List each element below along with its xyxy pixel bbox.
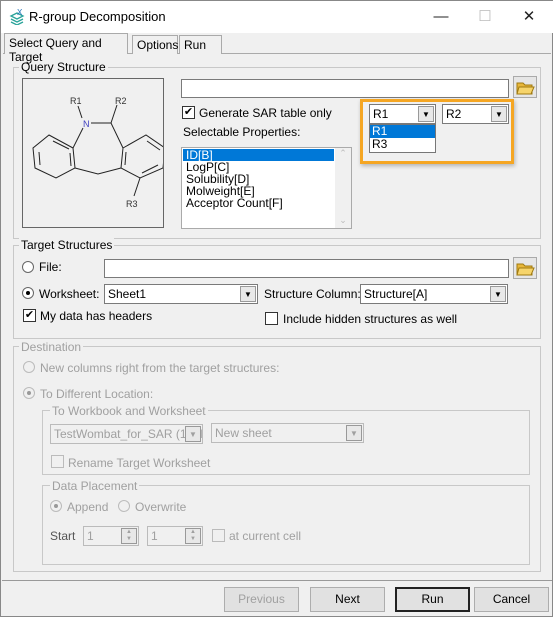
worksheet-radio[interactable] [22,287,34,299]
r1-label: R1 [70,96,82,106]
sheet-combo[interactable]: New sheet ▼ [211,423,364,443]
chevron-down-icon[interactable]: ▼ [490,286,506,302]
workbook-group-label: To Workbook and Worksheet [50,404,208,418]
chevron-down-icon[interactable]: ▼ [185,426,201,442]
svg-text:X: X [17,8,23,17]
tab-select-query[interactable]: Select Query and Target [4,33,128,64]
rename-label: Rename Target Worksheet [68,456,211,470]
next-button[interactable]: Next [310,587,385,612]
rgroup-combo-2-value: R2 [446,107,462,121]
target-file-input[interactable] [104,259,509,278]
new-columns-radio[interactable] [23,361,35,373]
start-row-spinner[interactable]: 1 ▲ ▼ [83,526,139,546]
close-button[interactable]: ✕ [514,7,544,27]
worksheet-label: Worksheet: [39,287,100,301]
file-radio[interactable] [22,261,34,273]
list-item[interactable]: Acceptor Count[F] [183,197,334,209]
hidden-structures-label: Include hidden structures as well [283,312,458,326]
current-cell-label: at current cell [229,529,302,543]
overwrite-label: Overwrite [135,500,187,514]
data-placement-group [42,485,530,565]
headers-checkbox[interactable]: ✔ [23,309,36,322]
atom-n-label: N [83,119,90,129]
molecule-drawing: N R1 R2 R3 [32,96,166,209]
chevron-down-icon[interactable]: ▼ [240,286,256,302]
maximize-button[interactable]: ☐ [470,7,500,27]
rgroup-combo-1-value: R1 [373,107,389,121]
chevron-down-icon[interactable]: ▼ [418,106,434,122]
start-row-value: 1 [87,529,94,543]
folder-open-icon [516,263,535,276]
rename-checkbox[interactable] [51,455,64,468]
start-label: Start [50,529,76,543]
append-label: Append [67,500,109,514]
r2-label: R2 [115,96,127,106]
scroll-up-icon[interactable]: ⌃ [335,148,351,159]
previous-button[interactable]: Previous [224,587,299,612]
start-col-value: 1 [151,529,158,543]
run-button[interactable]: Run [395,587,470,612]
folder-open-icon [516,82,535,95]
workbook-value: TestWombat_for_SAR (1).xl [54,427,203,441]
scroll-down-icon[interactable]: ⌄ [335,215,351,226]
selectable-properties-label: Selectable Properties: [183,125,301,139]
spinner-arrows-icon[interactable]: ▲ ▼ [185,528,201,544]
cancel-button[interactable]: Cancel [474,587,549,612]
generate-sar-label: Generate SAR table only [199,106,332,120]
r3-label: R3 [126,199,138,209]
chevron-down-icon[interactable]: ▼ [491,106,507,122]
destination-label: Destination [19,340,84,354]
structure-column-combo[interactable]: Structure[A] ▼ [360,284,508,304]
generate-sar-checkbox[interactable]: ✔ [182,106,195,119]
minimize-button[interactable]: — [426,7,456,27]
properties-list[interactable]: ID[B] LogP[C] Solubility[D] Molweight[E]… [181,147,352,229]
spinner-arrows-icon[interactable]: ▲ ▼ [121,528,137,544]
start-col-spinner[interactable]: 1 ▲ ▼ [147,526,203,546]
footer-divider [2,580,552,581]
worksheet-value: Sheet1 [108,287,147,301]
data-placement-label: Data Placement [50,479,140,493]
different-location-radio[interactable] [23,387,35,399]
hidden-structures-checkbox[interactable] [265,312,278,325]
workbook-combo[interactable]: TestWombat_for_SAR (1).xl ▼ [50,424,203,444]
worksheet-combo[interactable]: Sheet1 ▼ [104,284,258,304]
rgroup-dropdown-list[interactable]: R1 R3 [369,124,436,153]
query-browse-button[interactable] [513,76,537,98]
list-scrollbar[interactable]: ⌃ ⌄ [335,148,351,228]
rgroup-combo-2[interactable]: R2 ▼ [442,104,509,124]
target-browse-button[interactable] [513,257,537,279]
current-cell-checkbox[interactable] [212,529,225,542]
dropdown-option[interactable]: R3 [370,138,435,151]
query-file-input[interactable] [181,79,509,98]
title-bar: X R-group Decomposition — ☐ ✕ [1,1,553,33]
tab-run[interactable]: Run [179,35,222,54]
dialog-window: X R-group Decomposition — ☐ ✕ Select Que… [0,0,553,617]
file-label: File: [39,260,62,274]
different-location-label: To Different Location: [40,387,154,401]
window-title: R-group Decomposition [29,9,166,24]
overwrite-radio[interactable] [118,500,130,512]
app-logo-icon: X [9,8,25,25]
sheet-value: New sheet [215,426,272,440]
structure-column-value: Structure[A] [364,287,428,301]
tab-options[interactable]: Options [132,35,178,54]
new-columns-label: New columns right from the target struct… [40,361,280,375]
rgroup-combo-1[interactable]: R1 ▼ [369,104,436,124]
structure-preview[interactable]: N R1 R2 R3 [22,78,166,228]
structure-column-label: Structure Column: [264,287,361,301]
append-radio[interactable] [50,500,62,512]
chevron-down-icon[interactable]: ▼ [346,425,362,441]
target-structures-label: Target Structures [19,238,115,252]
headers-label: My data has headers [40,309,153,323]
